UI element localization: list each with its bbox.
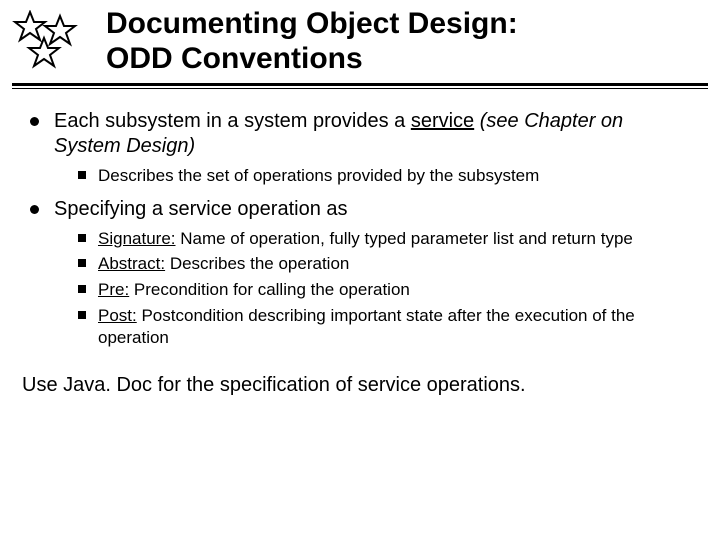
sub-text: Describes the operation: [165, 254, 349, 273]
sub-text: Describes the set of operations provided…: [98, 166, 539, 185]
body: Each subsystem in a system provides a se…: [0, 89, 720, 349]
sub-item: Abstract: Describes the operation: [76, 253, 692, 275]
underline-text: Signature:: [98, 229, 176, 248]
bullet-item: Specifying a service operation as Signat…: [28, 197, 692, 349]
sub-item: Describes the set of operations provided…: [76, 165, 692, 187]
sub-item: Pre: Precondition for calling the operat…: [76, 279, 692, 301]
title-line-2: ODD Conventions: [106, 42, 363, 75]
underline-text: Post:: [98, 306, 137, 325]
bullet-list: Each subsystem in a system provides a se…: [28, 109, 692, 349]
bullet-text: Each subsystem in a system provides a: [54, 110, 411, 132]
sub-text: Precondition for calling the operation: [129, 280, 410, 299]
underline-text: service: [411, 110, 474, 132]
slide: Documenting Object Design: ODD Conventio…: [0, 0, 720, 540]
underline-text: Pre:: [98, 280, 129, 299]
title-line-1: Documenting Object Design:: [106, 7, 518, 40]
bullet-text: Specifying a service operation as: [54, 198, 348, 220]
logo-stars: [8, 10, 100, 74]
footer-text: Use Java. Doc for the specification of s…: [22, 374, 526, 396]
sub-text: Name of operation, fully typed parameter…: [176, 229, 633, 248]
sub-list: Signature: Name of operation, fully type…: [54, 228, 692, 349]
sub-item: Post: Postcondition describing important…: [76, 305, 692, 349]
sub-item: Signature: Name of operation, fully type…: [76, 228, 692, 250]
sub-text: Postcondition describing important state…: [98, 306, 635, 347]
underline-text: Abstract:: [98, 254, 165, 273]
sub-list: Describes the set of operations provided…: [54, 165, 692, 187]
header: Documenting Object Design: ODD Conventio…: [0, 0, 720, 79]
slide-title: Documenting Object Design: ODD Conventio…: [106, 6, 708, 77]
title-wrap: Documenting Object Design: ODD Conventio…: [100, 6, 708, 77]
bullet-item: Each subsystem in a system provides a se…: [28, 109, 692, 187]
footer-note: Use Java. Doc for the specification of s…: [0, 358, 720, 398]
